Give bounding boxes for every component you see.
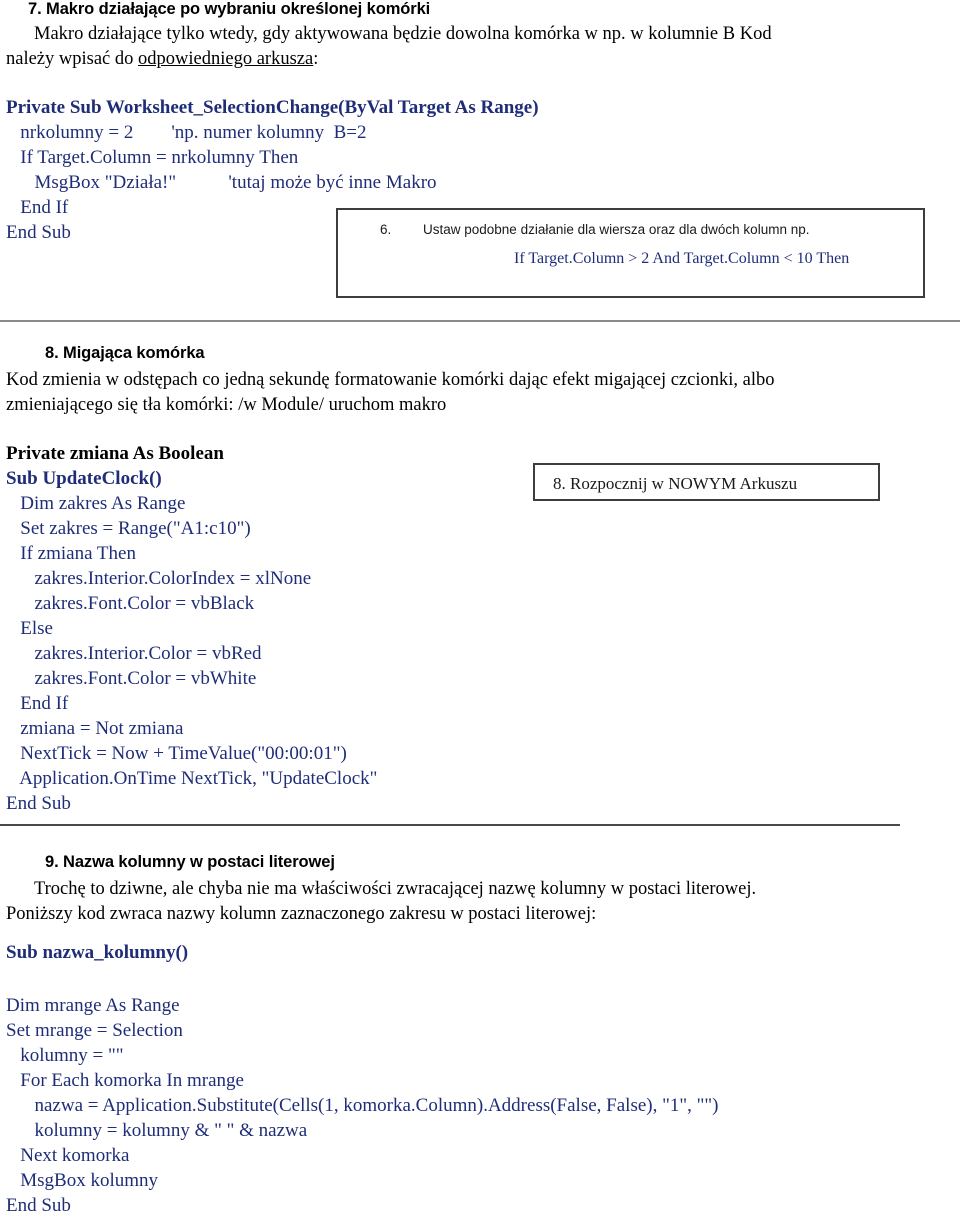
section-7-code-line-2: If Target.Column = nrkolumny Then	[6, 147, 299, 168]
section-8-code-line-1: Sub UpdateClock()	[6, 468, 162, 489]
section-7-code-line-3: MsgBox "Działa!" 'tutaj może być inne Ma…	[6, 172, 437, 193]
section-7-code-line-1: nrkolumny = 2 'np. numer kolumny B=2	[6, 122, 367, 143]
section-8-code-line-13: Application.OnTime NextTick, "UpdateCloc…	[6, 768, 378, 789]
section-7-code-line-0: Private Sub Worksheet_SelectionChange(By…	[6, 97, 539, 118]
section-7-paragraph-line-2: należy wpisać do odpowiedniego arkusza:	[6, 47, 318, 72]
section-divider-rule-1	[0, 320, 960, 322]
section-9-code-line-5: kolumny = kolumny & " " & nazwa	[6, 1120, 308, 1141]
section-8-code-line-5: zakres.Interior.ColorIndex = xlNone	[6, 568, 312, 589]
section-8-code-line-3: Set zakres = Range("A1:c10")	[6, 518, 251, 539]
section-divider-rule-2	[0, 824, 900, 826]
section-7-code-line-4: End If	[6, 197, 69, 218]
section-8-code-line-6: zakres.Font.Color = vbBlack	[6, 593, 255, 614]
section-9-code-line-4: nazwa = Application.Substitute(Cells(1, …	[6, 1095, 719, 1116]
document-page: 7. Makro działające po wybraniu określon…	[0, 0, 960, 1222]
section-8-code-line-9: zakres.Font.Color = vbWhite	[6, 668, 257, 689]
note-box-8: 8. Rozpocznij w NOWYM Arkuszu	[533, 463, 880, 501]
section-9-code-line-2: kolumny = ""	[6, 1045, 124, 1066]
section-9-heading: 9. Nazwa kolumny w postaci literowej	[45, 853, 335, 871]
section-7-paragraph-text-2b: :	[313, 49, 319, 69]
section-9-paragraph-text-1: Trochę to dziwne, ale chyba nie ma właśc…	[34, 879, 757, 899]
section-9-paragraph-line-2: Poniższy kod zwraca nazwy kolumn zaznacz…	[6, 904, 597, 924]
section-8-code-line-14: End Sub	[6, 793, 71, 814]
note-box-6: 6. Ustaw podobne działanie dla wiersza o…	[336, 208, 925, 298]
section-8-paragraph-line-2: zmieniającego się tła komórki: /w Module…	[6, 395, 447, 415]
note-6-code: If Target.Column > 2 And Target.Column <…	[514, 250, 850, 267]
section-8-code-line-0: Private zmiana As Boolean	[6, 443, 224, 464]
section-7-paragraph-text-1: Makro działające tylko wtedy, gdy aktywo…	[34, 24, 772, 44]
section-9-code-line-6: Next komorka	[6, 1145, 130, 1166]
section-7-code-line-5: End Sub	[6, 222, 71, 243]
section-9-code-line-8: End Sub	[6, 1195, 71, 1216]
section-9-code-line-7: MsgBox kolumny	[6, 1170, 159, 1191]
section-8-code-line-8: zakres.Interior.Color = vbRed	[6, 643, 262, 664]
section-9-paragraph-line-1: Trochę to dziwne, ale chyba nie ma właśc…	[6, 877, 756, 902]
section-9-code-line-3: For Each komorka In mrange	[6, 1070, 244, 1091]
section-9-code-title: Sub nazwa_kolumny()	[6, 942, 189, 963]
note-6-text: Ustaw podobne działanie dla wiersza oraz…	[423, 222, 810, 237]
section-8-paragraph-line-1: Kod zmienia w odstępach co jedną sekundę…	[6, 370, 775, 390]
section-7-paragraph-line-1: Makro działające tylko wtedy, gdy aktywo…	[6, 22, 772, 47]
note-6-number: 6.	[380, 222, 392, 237]
section-7-paragraph-text-2a: należy wpisać do	[6, 49, 139, 69]
section-8-code-line-10: End If	[6, 693, 69, 714]
section-9-code-line-1: Set mrange = Selection	[6, 1020, 183, 1041]
note-8-text: 8. Rozpocznij w NOWYM Arkuszu	[553, 474, 798, 493]
section-7-heading: 7. Makro działające po wybraniu określon…	[28, 0, 431, 18]
section-7-paragraph-underlined: odpowiedniego arkusza	[138, 49, 314, 69]
section-8-heading: 8. Migająca komórka	[45, 344, 205, 362]
section-8-code-line-11: zmiana = Not zmiana	[6, 718, 184, 739]
section-8-code-line-2: Dim zakres As Range	[6, 493, 186, 514]
section-9-code-line-0: Dim mrange As Range	[6, 995, 180, 1016]
section-8-code-line-12: NextTick = Now + TimeValue("00:00:01")	[6, 743, 347, 764]
section-8-code-line-7: Else	[6, 618, 53, 639]
section-8-code-line-4: If zmiana Then	[6, 543, 136, 564]
